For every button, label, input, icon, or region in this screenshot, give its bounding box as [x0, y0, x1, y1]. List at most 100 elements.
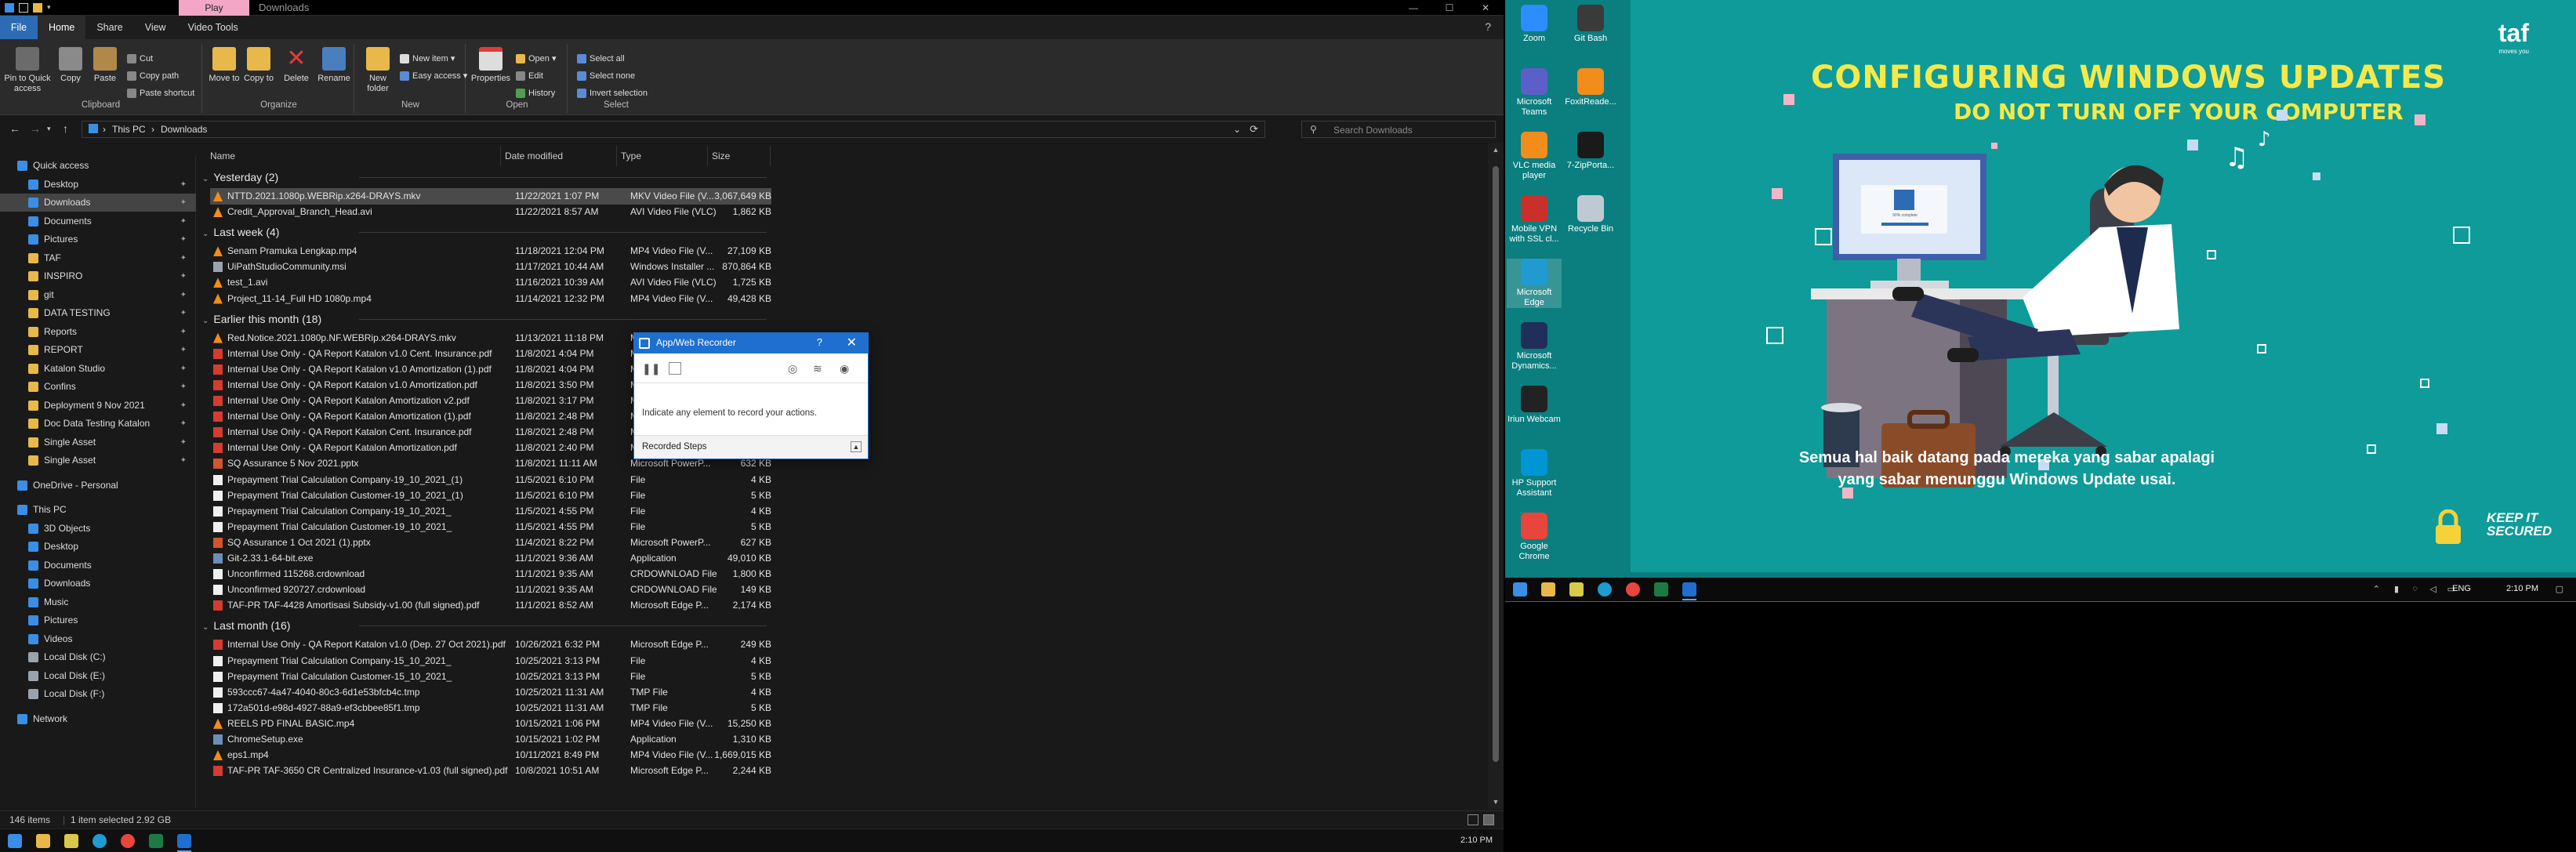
desktop-icon-7-zipporta[interactable]: 7-ZipPorta... — [1563, 132, 1618, 171]
new-folder-button[interactable]: New folder — [361, 47, 395, 94]
nav-item-music[interactable]: Music — [0, 593, 196, 611]
paste-button[interactable]: Paste — [88, 47, 122, 84]
context-tab-play[interactable]: Play — [179, 0, 249, 16]
open-button[interactable]: Open ▾ — [516, 53, 557, 64]
file-row[interactable]: Prepayment Trial Calculation Customer-19… — [210, 488, 771, 504]
select-none-button[interactable]: Select none — [577, 71, 635, 82]
minimize-button[interactable]: — — [1395, 0, 1431, 16]
desktop-icon-microsoft-dynamics[interactable]: Microsoft Dynamics... — [1507, 322, 1562, 372]
vertical-scrollbar[interactable]: ▲ ▼ — [1488, 143, 1504, 809]
file-row[interactable]: Unconfirmed 115268.crdownload 11/1/2021 9… — [210, 566, 771, 582]
desktop-icon-google-chrome[interactable]: Google Chrome — [1507, 513, 1562, 562]
nav-item-local-disk-c-[interactable]: Local Disk (C:) — [0, 648, 196, 666]
file-row[interactable]: 593ccc67-4a47-4040-80c3-6d1e53bfcb4c.tmp… — [210, 684, 771, 701]
large-icons-view-icon[interactable] — [1483, 814, 1494, 825]
nav-item-git[interactable]: git ✦ — [0, 286, 196, 304]
pin-quick-access-button[interactable]: Pin to Quick access — [3, 47, 52, 94]
nav-item-confins[interactable]: Confins ✦ — [0, 378, 196, 396]
settings-icon[interactable]: ≋ — [813, 362, 822, 375]
desktop-icon-iriun-webcam[interactable]: Iriun Webcam — [1507, 386, 1562, 425]
collapse-chevron-icon[interactable]: ⌄ — [202, 230, 209, 238]
scrollbar-thumb[interactable] — [1493, 166, 1499, 762]
file-row[interactable]: 172a501d-e98d-4927-88a9-ef3cbbee85f1.tmp… — [210, 700, 771, 716]
up-arrow-icon[interactable]: ↑ — [63, 122, 68, 135]
collapse-chevron-icon[interactable]: ⌄ — [202, 623, 209, 632]
nav-item-documents[interactable]: Documents ✦ — [0, 212, 196, 230]
column-size[interactable]: Size — [712, 150, 730, 161]
collapse-icon[interactable]: ▲ — [851, 441, 862, 452]
sticky-notes-taskbar-icon[interactable] — [64, 834, 78, 848]
nav-item-downloads[interactable]: Downloads ✦ — [0, 194, 196, 212]
easy-access-button[interactable]: Easy access ▾ — [400, 71, 467, 82]
invert-selection-button[interactable]: Invert selection — [577, 88, 648, 99]
collapse-chevron-icon[interactable]: ⌄ — [202, 317, 209, 325]
target-icon[interactable]: ◎ — [788, 362, 797, 375]
close-button[interactable]: ✕ — [1468, 0, 1504, 16]
nav-item-3d-objects[interactable]: 3D Objects — [0, 520, 196, 538]
breadcrumb-downloads[interactable]: Downloads — [161, 124, 207, 135]
excel-taskbar-icon[interactable] — [1654, 582, 1668, 596]
nav-item-downloads[interactable]: Downloads — [0, 575, 196, 593]
notifications-icon[interactable]: ▢ — [2556, 584, 2563, 594]
desktop-icon-git-bash[interactable]: Git Bash — [1563, 5, 1618, 44]
help-icon[interactable]: ? — [817, 336, 822, 348]
nav-item-inspiro[interactable]: INSPIRO ✦ — [0, 267, 196, 285]
select-all-button[interactable]: Select all — [577, 53, 625, 64]
edit-button[interactable]: Edit — [516, 71, 543, 82]
uipath-taskbar-icon[interactable] — [1682, 582, 1696, 600]
group-header[interactable]: ⌄ Last month (16) — [202, 618, 767, 633]
collapse-chevron-icon[interactable]: ⌄ — [202, 175, 209, 183]
back-arrow-icon[interactable]: ← — [9, 122, 20, 135]
column-name[interactable]: Name — [210, 150, 235, 161]
file-explorer-taskbar-icon[interactable] — [36, 834, 50, 848]
desktop-icon-recycle-bin[interactable]: Recycle Bin — [1563, 195, 1618, 234]
history-button[interactable]: History — [516, 88, 555, 99]
group-header[interactable]: ⌄ Yesterday (2) — [202, 169, 767, 185]
address-bar[interactable]: › This PC › Downloads ⌄ ⟳ — [82, 121, 1265, 138]
file-row[interactable]: eps1.mp4 10/11/2021 8:49 PM MP4 Video File… — [210, 747, 771, 763]
forward-arrow-icon[interactable]: → — [30, 122, 41, 135]
quick-access[interactable]: Quick access — [0, 157, 196, 175]
details-view-icon[interactable] — [1468, 814, 1478, 825]
copy-to-button[interactable]: Copy to — [243, 47, 274, 84]
scroll-down-icon[interactable]: ▼ — [1488, 798, 1504, 806]
delete-button[interactable]: ✕ Delete — [279, 47, 314, 84]
tab-video-tools[interactable]: Video Tools — [177, 16, 249, 39]
nav-item-single-asset[interactable]: Single Asset ✦ — [0, 433, 196, 451]
uipath-taskbar-icon[interactable] — [177, 834, 191, 852]
column-date-modified[interactable]: Date modified — [505, 150, 563, 161]
start-windows-icon[interactable] — [8, 834, 22, 848]
file-row[interactable]: NTTD.2021.1080p.WEBRip.x264-DRAYS.mkv 11/… — [210, 188, 771, 205]
nav-item-single-asset[interactable]: Single Asset ✦ — [0, 451, 196, 470]
nav-item-onedrive[interactable]: OneDrive - Personal — [0, 477, 196, 495]
nav-item-deployment-9-nov-2021[interactable]: Deployment 9 Nov 2021 ✦ — [0, 397, 196, 415]
nav-item-documents[interactable]: Documents — [0, 557, 196, 575]
search-input[interactable]: ⚲ Search Downloads — [1301, 121, 1496, 138]
nav-item-desktop[interactable]: Desktop ✦ — [0, 176, 196, 194]
address-dropdown-icon[interactable]: ⌄ — [1233, 124, 1241, 135]
desktop-icon-microsoft-teams[interactable]: Microsoft Teams — [1507, 68, 1562, 118]
tab-share[interactable]: Share — [85, 16, 133, 39]
file-row[interactable]: Prepayment Trial Calculation Customer-19… — [210, 519, 771, 535]
file-row[interactable]: Prepayment Trial Calculation Company-19_… — [210, 503, 771, 520]
nav-item-desktop[interactable]: Desktop — [0, 538, 196, 556]
column-type[interactable]: Type — [621, 150, 641, 161]
properties-button[interactable]: Properties — [470, 47, 511, 84]
file-row[interactable]: TAF-PR TAF-4428 Amortisasi Subsidy-v1.00… — [210, 597, 771, 614]
file-row[interactable]: ChromeSetup.exe 10/15/2021 1:02 PM Applica… — [210, 731, 771, 748]
properties-quick-icon[interactable] — [19, 3, 28, 13]
language-indicator[interactable]: ENG — [2452, 584, 2471, 593]
tray-chevron-icon[interactable]: ⌃ — [2373, 584, 2380, 594]
pause-icon[interactable]: ❚❚ — [642, 362, 660, 375]
nav-item-videos[interactable]: Videos — [0, 630, 196, 648]
column-divider[interactable] — [770, 146, 771, 166]
tab-file[interactable]: File — [0, 16, 38, 39]
scroll-up-icon[interactable]: ▲ — [1488, 146, 1504, 154]
start-windows-icon[interactable] — [1513, 582, 1527, 596]
usb-icon[interactable]: ▮ — [2394, 584, 2399, 594]
column-divider[interactable] — [707, 146, 708, 166]
nav-item-local-disk-f-[interactable]: Local Disk (F:) — [0, 685, 196, 703]
desktop-icon-zoom[interactable]: Zoom — [1507, 5, 1562, 44]
recorder-close-button[interactable]: ✕ — [847, 335, 857, 350]
chrome-taskbar-icon[interactable] — [121, 834, 135, 848]
